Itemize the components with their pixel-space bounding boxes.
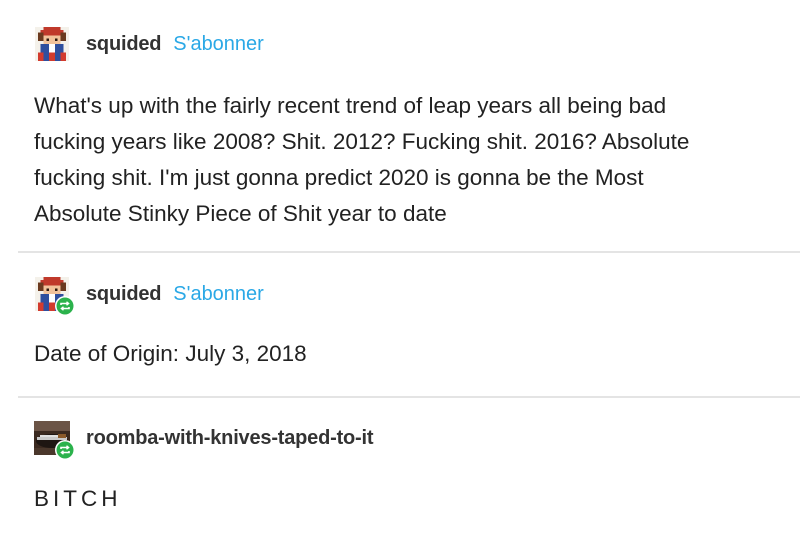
avatar[interactable]: [34, 421, 75, 460]
post-body: Date of Origin: July 3, 2018: [34, 336, 774, 372]
post-header: squided S'abonner: [34, 27, 264, 61]
post-body-line: fucking shit. I'm just gonna predict 202…: [34, 165, 644, 190]
post-body-line: Absolute Stinky Piece of Shit year to da…: [34, 201, 447, 226]
pixel-character-avatar-icon: [35, 27, 69, 61]
username[interactable]: roomba-with-knives-taped-to-it: [86, 427, 374, 450]
post-body-line: fucking years like 2008? Shit. 2012? Fuc…: [34, 129, 690, 154]
post-divider: [18, 396, 800, 398]
reblog-icon: [56, 441, 74, 459]
reblog-icon: [56, 297, 74, 315]
post-body-text: Date of Origin: July 3, 2018: [34, 341, 307, 366]
username[interactable]: squided: [86, 33, 161, 56]
post-body: What's up with the fairly recent trend o…: [34, 88, 774, 232]
follow-button[interactable]: S'abonner: [173, 33, 264, 56]
avatar[interactable]: [34, 27, 70, 61]
reblog-badge: [55, 440, 75, 460]
post-body-text: BITCH: [34, 486, 122, 511]
post-body-line: What's up with the fairly recent trend o…: [34, 93, 667, 118]
avatar[interactable]: [34, 277, 75, 316]
username[interactable]: squided: [86, 283, 161, 306]
post-body: BITCH: [34, 481, 774, 517]
post-header: squided S'abonner: [34, 277, 264, 316]
reblog-badge: [55, 296, 75, 316]
follow-button[interactable]: S'abonner: [173, 283, 264, 306]
post-divider: [18, 251, 800, 253]
post-header: roomba-with-knives-taped-to-it: [34, 421, 374, 460]
